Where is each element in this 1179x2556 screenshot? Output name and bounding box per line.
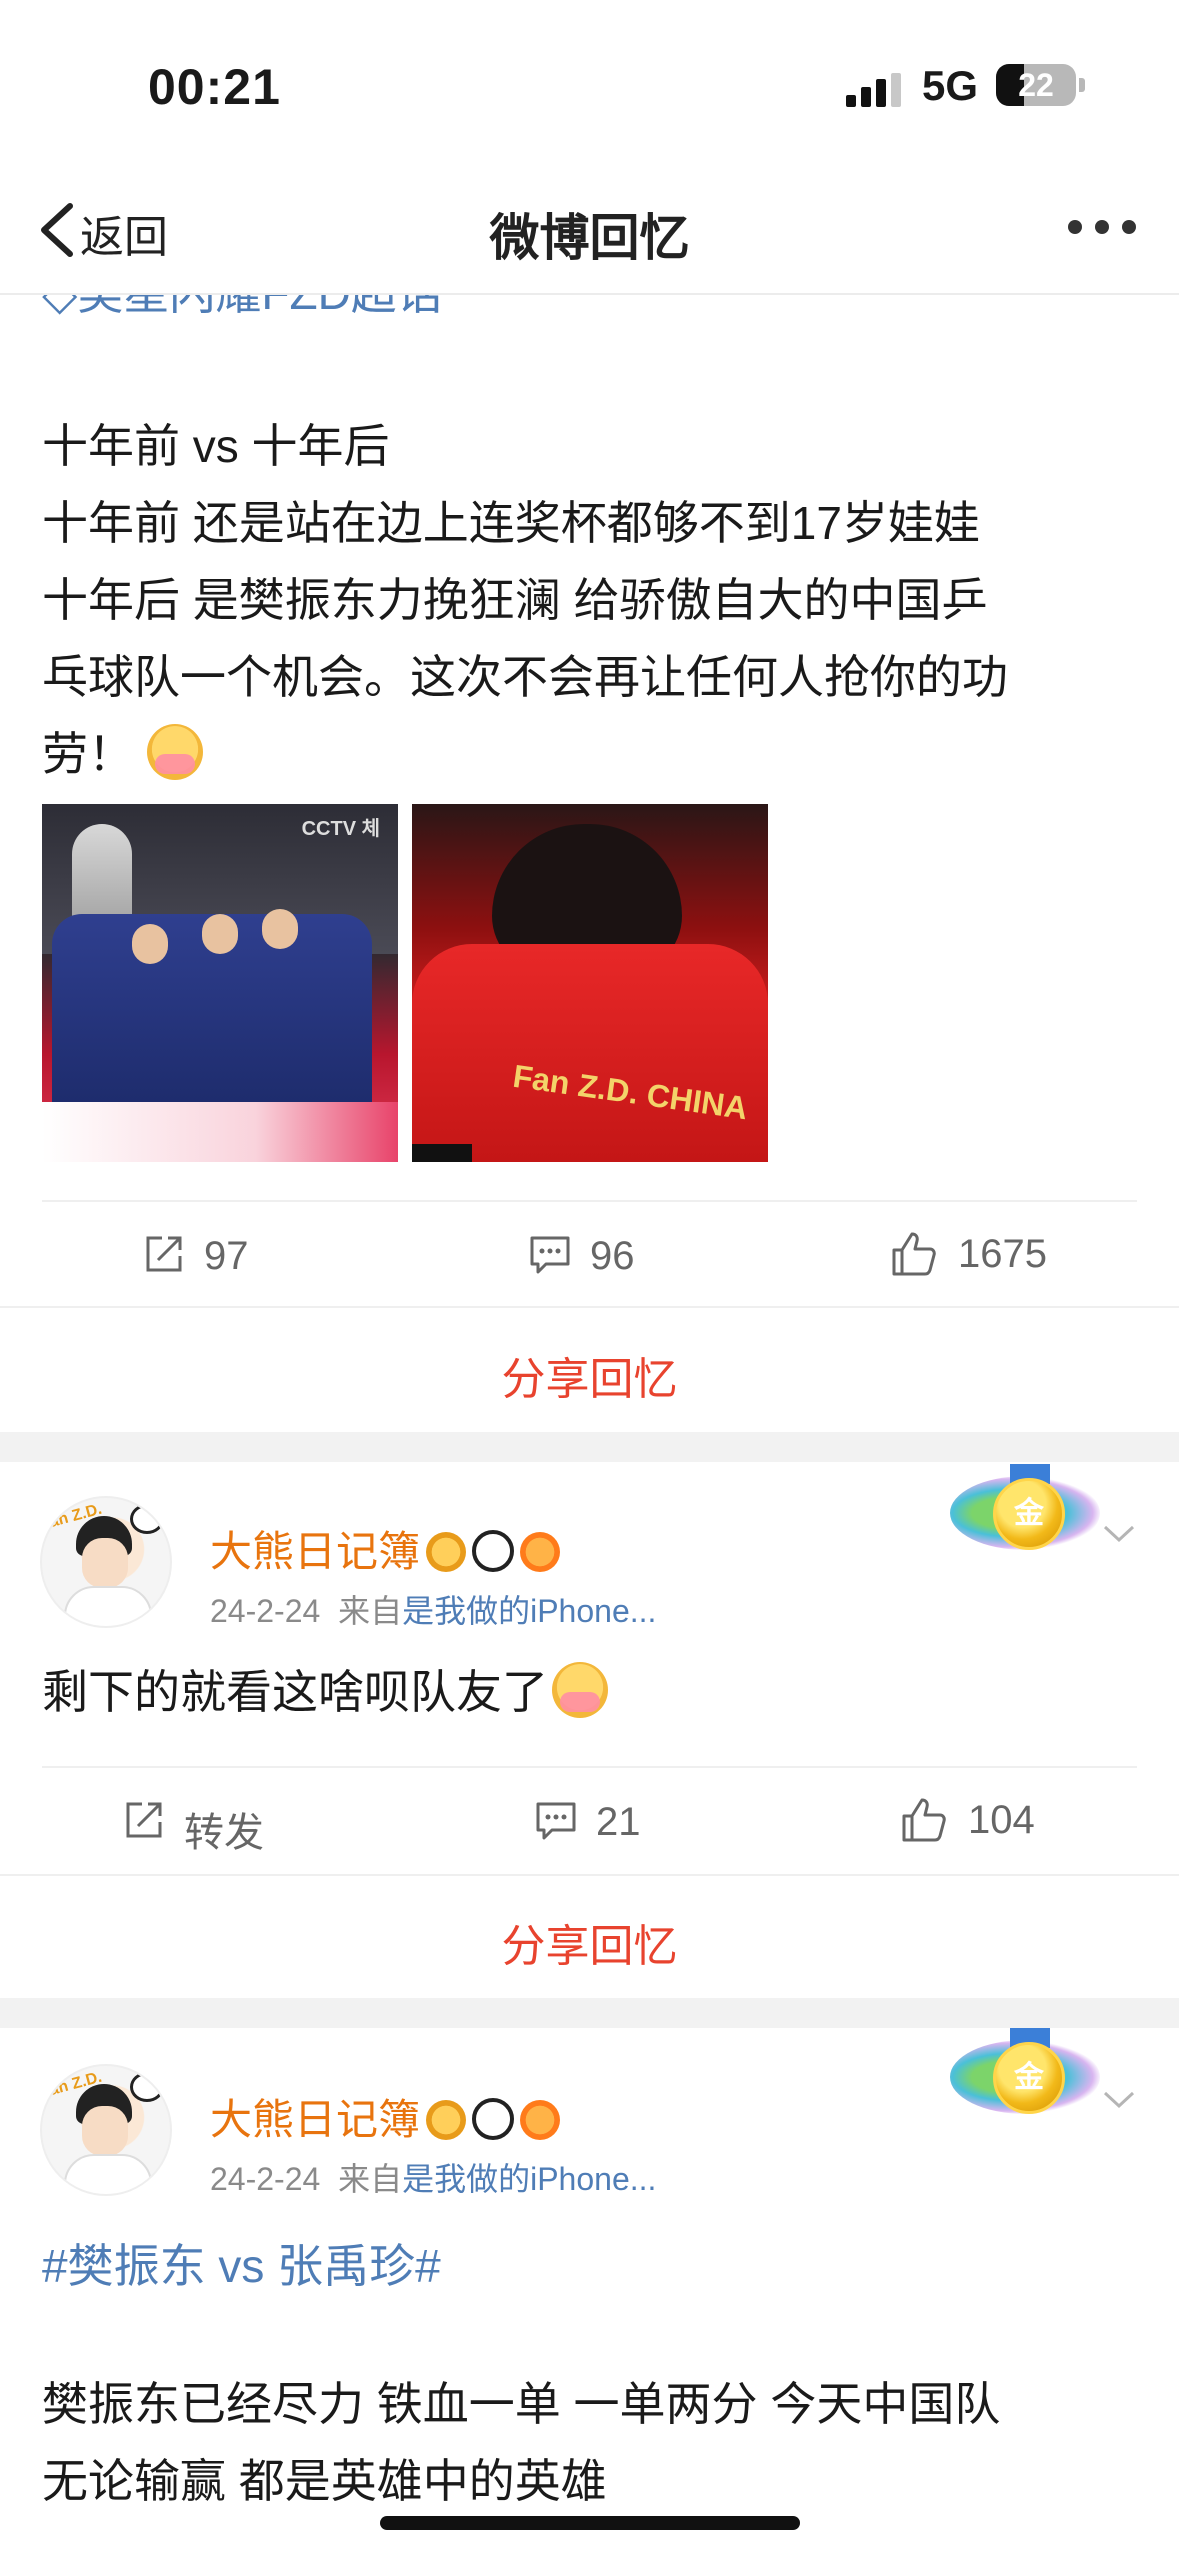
post3-text: 樊振东已经尽力 铁血一单 一单两分 今天中国队 无论输赢 都是英雄中的英雄 — [42, 2366, 1142, 2520]
repost-label: 转发 — [184, 1811, 264, 1855]
section-gap — [0, 1998, 1179, 2028]
hug-emoji-icon — [146, 724, 203, 780]
share-divider — [0, 1306, 1179, 1308]
post1-image-2[interactable]: Fan Z.D. CHINA — [412, 804, 768, 1162]
post1-line: 乓球队一个机会。这次不会再让任何人抢你的功 — [42, 651, 1008, 703]
username[interactable]: 大熊日记簿 — [210, 1518, 561, 1579]
thumbs-up-icon — [892, 1232, 936, 1276]
fish-badge-icon — [520, 1532, 561, 1572]
tv-watermark: CCTV 체 — [301, 818, 380, 840]
section-gap — [0, 1432, 1179, 1462]
post1-line: 劳！ — [42, 716, 1142, 793]
thumbs-up-icon — [902, 1798, 946, 1842]
comment-button[interactable]: 21 — [534, 1798, 674, 1846]
post2-text-content: 剩下的就看这啥呗队友了 — [42, 1666, 548, 1718]
action-divider — [42, 1766, 1137, 1768]
repost-icon — [146, 1236, 182, 1272]
like-count: 104 — [968, 1798, 1035, 1842]
post1-line: 十年前 还是站在边上连奖杯都够不到17岁娃娃 — [42, 497, 980, 549]
hug-emoji-icon — [552, 1662, 608, 1718]
avatar[interactable]: fan Z.D. — [40, 2064, 172, 2196]
battery-icon: 22 — [996, 64, 1076, 106]
topic-link-text[interactable]: ◇樊星闪耀FZD超话 — [42, 295, 443, 323]
hashtag-link[interactable]: #樊振东 vs 张禹珍# — [42, 2230, 441, 2296]
post-date: 24-2-24 — [210, 1593, 321, 1629]
signal-icon — [846, 73, 902, 107]
comment-icon — [536, 1802, 576, 1840]
post1-image-1[interactable]: CCTV 체 — [42, 804, 398, 1162]
post1-line: 十年后 是樊振东力挽狂澜 给骄傲自大的中国乒 — [42, 574, 988, 626]
username-text[interactable]: 大熊日记簿 — [210, 2096, 420, 2143]
panda-badge-icon — [472, 2098, 515, 2140]
share-memory-button[interactable]: 分享回忆 — [0, 1910, 1179, 1974]
red-jersey — [412, 944, 768, 1162]
source-link[interactable]: 是我做的iPhone... — [402, 1593, 656, 1629]
gold-medal-icon: 金 — [993, 1478, 1065, 1550]
post1-text: 十年前 vs 十年后 十年前 还是站在边上连奖杯都够不到17岁娃娃 十年后 是樊… — [42, 408, 1142, 793]
action-divider — [42, 1200, 1137, 1202]
post3-line: 无论输赢 都是英雄中的英雄 — [42, 2455, 607, 2507]
like-count: 1675 — [958, 1232, 1047, 1276]
panda-badge-icon — [472, 1530, 515, 1572]
crown-badge-icon — [426, 2100, 467, 2140]
avatar[interactable]: fan Z.D. — [40, 1496, 172, 1628]
repost-button[interactable]: 转发 — [122, 1798, 302, 1855]
more-icon[interactable] — [1068, 220, 1138, 236]
chevron-down-icon[interactable] — [1102, 2090, 1136, 2110]
repost-count: 97 — [204, 1234, 249, 1278]
fish-badge-icon — [520, 2100, 561, 2140]
banner-strip — [42, 1102, 398, 1162]
post-meta: 24-2-24 来自是我做的iPhone... — [210, 1586, 656, 1632]
like-button[interactable]: 104 — [900, 1796, 1080, 1846]
post1-line-text: 劳！ — [42, 728, 134, 780]
crown-badge-icon — [426, 1532, 467, 1572]
share-memory-button[interactable]: 分享回忆 — [0, 1343, 1179, 1407]
status-time: 00:21 — [148, 59, 281, 115]
battery-level: 22 — [1018, 67, 1054, 103]
comment-count: 21 — [596, 1800, 641, 1844]
repost-icon — [126, 1802, 162, 1838]
gold-medal-icon: 金 — [993, 2042, 1065, 2114]
topic-link-clipped[interactable]: ◇樊星闪耀FZD超话 — [0, 295, 1179, 335]
post-meta: 24-2-24 来自是我做的iPhone... — [210, 2154, 656, 2200]
username-text[interactable]: 大熊日记簿 — [210, 1528, 420, 1575]
network-type: 5G — [922, 62, 979, 109]
comment-icon — [530, 1236, 570, 1274]
home-indicator[interactable] — [380, 2516, 800, 2530]
source-prefix: 来自 — [338, 1593, 403, 1629]
battery-cap — [1079, 78, 1085, 92]
post-date: 24-2-24 — [210, 2161, 321, 2197]
comment-button[interactable]: 96 — [528, 1232, 688, 1280]
post3-line: 樊振东已经尽力 铁血一单 一单两分 今天中国队 — [42, 2378, 1001, 2430]
source-prefix: 来自 — [338, 2161, 403, 2197]
comment-count: 96 — [590, 1234, 635, 1278]
post2-text: 剩下的就看这啥呗队友了 — [42, 1654, 1142, 1731]
share-divider — [0, 1874, 1179, 1876]
username[interactable]: 大熊日记簿 — [210, 2086, 561, 2147]
source-link[interactable]: 是我做的iPhone... — [402, 2161, 656, 2197]
like-button[interactable]: 1675 — [890, 1230, 1090, 1280]
post1-line: 十年前 vs 十年后 — [42, 420, 390, 472]
page-title: 微博回忆 — [489, 210, 690, 266]
repost-button[interactable]: 97 — [142, 1232, 302, 1280]
chevron-down-icon[interactable] — [1102, 1524, 1136, 1544]
